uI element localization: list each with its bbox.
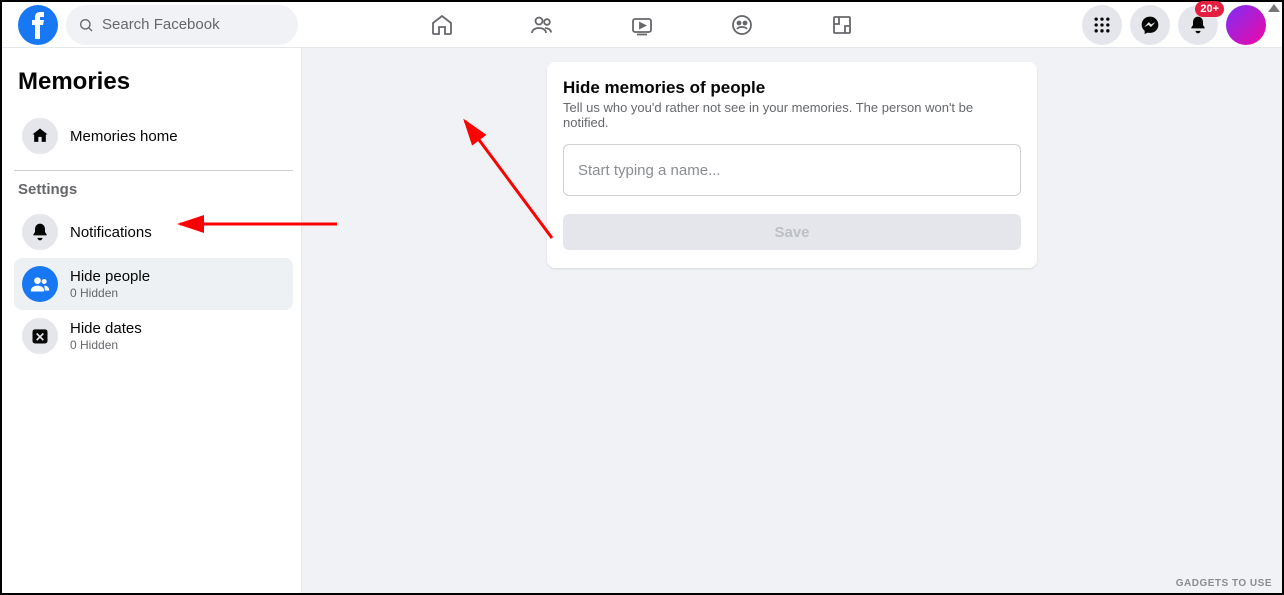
sidebar-item-sublabel: 0 Hidden (70, 286, 150, 300)
card-description: Tell us who you'd rather not see in your… (563, 100, 1021, 130)
scroll-indicator-icon (1268, 4, 1280, 12)
search-container[interactable] (66, 5, 298, 45)
home-icon (22, 118, 58, 154)
nav-home[interactable] (392, 2, 492, 48)
nav-groups[interactable] (692, 2, 792, 48)
menu-button[interactable] (1082, 5, 1122, 45)
top-navigation: 20+ (2, 2, 1282, 48)
settings-heading: Settings (18, 181, 289, 198)
divider (14, 170, 293, 171)
nav-gaming[interactable] (792, 2, 892, 48)
profile-avatar[interactable] (1226, 5, 1266, 45)
sidebar-memories-home[interactable]: Memories home (14, 110, 293, 162)
center-navigation (392, 2, 892, 48)
annotation-arrow-icon (457, 113, 557, 243)
people-icon (22, 266, 58, 302)
sidebar-item-sublabel: 0 Hidden (70, 338, 142, 352)
sidebar-item-label: Hide dates (70, 320, 142, 337)
notifications-button[interactable]: 20+ (1178, 5, 1218, 45)
sidebar-hide-people[interactable]: Hide people 0 Hidden (14, 258, 293, 310)
save-button[interactable]: Save (563, 214, 1021, 250)
sidebar-hide-dates[interactable]: Hide dates 0 Hidden (14, 310, 293, 362)
nav-watch[interactable] (592, 2, 692, 48)
right-navigation: 20+ (1082, 5, 1266, 45)
sidebar: Memories Memories home Settings Notifica… (2, 48, 302, 593)
nav-friends[interactable] (492, 2, 592, 48)
sidebar-item-label: Notifications (70, 224, 152, 241)
calendar-x-icon (22, 318, 58, 354)
page-title: Memories (18, 68, 289, 96)
sidebar-notifications[interactable]: Notifications (14, 206, 293, 258)
sidebar-item-label: Hide people (70, 268, 150, 285)
notification-badge: 20+ (1195, 1, 1224, 17)
card-title: Hide memories of people (563, 78, 1021, 98)
search-icon (78, 17, 94, 33)
watermark: GADGETS TO USE (1176, 578, 1272, 589)
hide-people-card: Hide memories of people Tell us who you'… (547, 62, 1037, 268)
name-input[interactable] (563, 144, 1021, 196)
search-input[interactable] (102, 16, 286, 33)
messenger-button[interactable] (1130, 5, 1170, 45)
facebook-logo[interactable] (18, 5, 58, 45)
bell-icon (22, 214, 58, 250)
sidebar-item-label: Memories home (70, 128, 178, 145)
main-content: Hide memories of people Tell us who you'… (302, 48, 1282, 593)
